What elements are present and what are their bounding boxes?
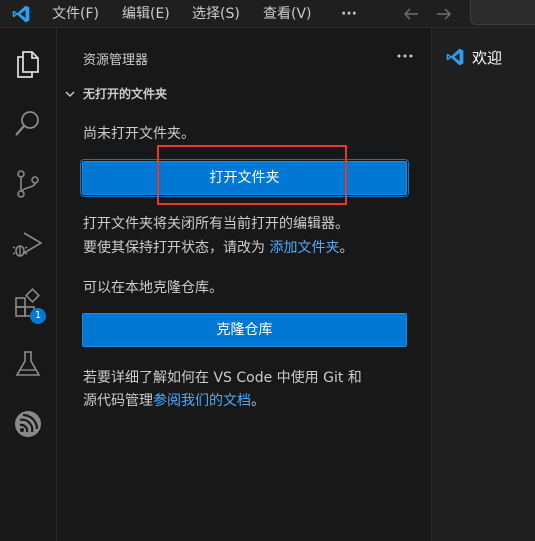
explorer-sidebar: 资源管理器 无打开的文件夹 尚未打开文件夹。 打开文件夹 打开文件夹将关闭所有当… [57,28,432,541]
no-folder-section-header[interactable]: 无打开的文件夹 [63,84,363,104]
menu-file[interactable]: 文件(F) [50,0,101,28]
editor-area: 欢迎 [432,28,535,541]
tab-welcome[interactable]: 欢迎 [432,28,535,86]
menu-edit[interactable]: 编辑(E) [120,0,172,28]
chevron-down-icon [65,91,75,97]
remote-icon[interactable] [12,408,44,440]
clone-repository-button[interactable]: 克隆仓库 [82,313,407,347]
git-prefix: 源代码管理 [83,393,153,409]
run-debug-icon[interactable] [12,228,44,260]
section-title: 无打开的文件夹 [83,87,168,101]
no-folder-text: 尚未打开文件夹。 [83,126,195,142]
menu-selection[interactable]: 选择(S) [190,0,242,28]
sidebar-title: 资源管理器 [83,53,149,68]
explorer-icon[interactable] [12,48,44,80]
menu-view[interactable]: 查看(V) [261,0,314,28]
open-folder-note-line1: 打开文件夹将关闭所有当前打开的编辑器。 [83,216,349,232]
search-icon[interactable] [12,108,44,140]
activity-bar: 1 [0,28,57,541]
read-docs-link[interactable]: 参阅我们的文档 [153,393,251,409]
note-prefix: 要使其保持打开状态，请改为 [83,240,270,256]
title-bar: 文件(F) 编辑(E) 选择(S) 查看(V) ··· [0,0,535,28]
git-docs-line1: 若要详细了解如何在 VS Code 中使用 Git 和 [83,370,362,386]
git-docs-line2: 源代码管理参阅我们的文档。 [83,390,265,410]
note-suffix: 。 [339,240,354,256]
extensions-badge: 1 [30,308,46,324]
menu-more[interactable]: ··· [339,0,359,28]
open-folder-note-line2: 要使其保持打开状态，请改为 添加文件夹。 [83,237,353,257]
command-center-search[interactable] [470,0,535,25]
open-folder-button[interactable]: 打开文件夹 [80,159,409,197]
clone-text: 可以在本地克隆仓库。 [83,280,223,296]
tab-welcome-label: 欢迎 [472,49,503,67]
git-suffix: 。 [251,393,265,409]
add-folder-link[interactable]: 添加文件夹 [269,240,339,256]
vscode-logo-icon [12,5,30,23]
back-arrow-icon[interactable] [402,5,420,23]
more-actions-icon[interactable] [395,46,415,66]
source-control-icon[interactable] [12,168,44,200]
vscode-logo-icon [446,48,464,66]
testing-icon[interactable] [12,348,44,380]
forward-arrow-icon[interactable] [435,5,453,23]
